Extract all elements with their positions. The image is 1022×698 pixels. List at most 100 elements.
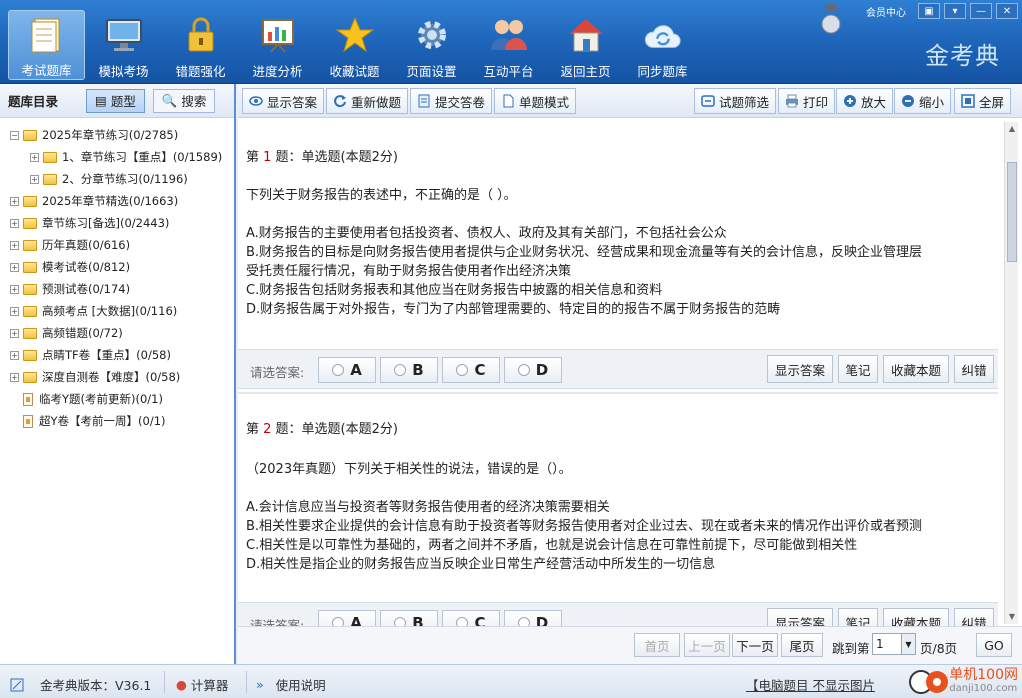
expand-icon[interactable]: + — [10, 196, 19, 206]
home-icon — [566, 15, 606, 55]
expand-icon[interactable]: + — [10, 240, 19, 250]
show-answer-button[interactable]: 显示答案 — [767, 355, 833, 383]
grid-icon: ▤ — [95, 93, 107, 108]
expand-icon[interactable]: + — [10, 328, 19, 338]
nav-wrong-questions[interactable]: 错题强化 — [162, 10, 239, 80]
tree-item[interactable]: + 深度自测卷【难度】(0/58) — [10, 366, 234, 388]
choice-d[interactable]: D — [504, 357, 562, 383]
choice-c[interactable]: C — [442, 610, 500, 626]
skin-button[interactable]: ▣ — [918, 3, 940, 19]
expand-icon[interactable]: + — [10, 350, 19, 360]
account-avatar-icon[interactable] — [820, 4, 842, 34]
nav-sync[interactable]: 同步题库 — [624, 10, 701, 80]
choice-d[interactable]: D — [504, 610, 562, 626]
nav-label: 收藏试题 — [329, 64, 380, 79]
folder-icon — [23, 261, 37, 273]
choice-a[interactable]: A — [318, 610, 376, 626]
choice-b[interactable]: B — [380, 357, 438, 383]
choice-c[interactable]: C — [442, 357, 500, 383]
scroll-down-icon[interactable]: ▼ — [1007, 612, 1017, 622]
filter-button[interactable]: 试题筛选 — [694, 88, 777, 114]
tree-item[interactable]: +1、章节练习【重点】(0/1589) — [10, 146, 234, 168]
choice-letter: D — [535, 614, 549, 626]
collapse-icon[interactable]: − — [10, 130, 19, 140]
expand-icon[interactable]: + — [30, 152, 39, 162]
menu-button[interactable]: ▾ — [944, 3, 966, 19]
tree-item[interactable]: + 高频错题(0/72) — [10, 322, 234, 344]
radio-icon — [456, 364, 469, 376]
scroll-up-icon[interactable]: ▲ — [1007, 124, 1017, 134]
tree-item[interactable]: − 2025年章节练习(0/2785) — [10, 124, 234, 146]
single-mode-button[interactable]: 单题模式 — [494, 88, 577, 114]
tab-label: 搜索 — [181, 94, 207, 109]
favorite-button[interactable]: 收藏本题 — [883, 355, 949, 383]
tree-item[interactable]: + 点睛TF卷【重点】(0/58) — [10, 344, 234, 366]
tree-item[interactable]: 临考Y题(考前更新)(0/1) — [10, 388, 234, 410]
tree-item[interactable]: +2、分章节练习(0/1196) — [10, 168, 234, 190]
tree-item[interactable]: + 高频考点 [大数据](0/116) — [10, 300, 234, 322]
favorite-button[interactable]: 收藏本题 — [883, 608, 949, 626]
expand-icon[interactable]: + — [10, 306, 19, 316]
calculator-button[interactable]: ● 计算器 — [176, 675, 228, 694]
vertical-scrollbar[interactable]: ▲ ▼ — [1004, 122, 1018, 624]
zoom-out-button[interactable]: 缩小 — [894, 88, 952, 114]
watermark: 单机100网 danji100.com — [909, 665, 1018, 698]
tree-item[interactable]: 超Y卷【考前一周】(0/1) — [10, 410, 234, 432]
tree-item[interactable]: + 预测试卷(0/174) — [10, 278, 234, 300]
member-center-link[interactable]: 会员中心 — [866, 4, 906, 19]
submit-button[interactable]: 提交答卷 — [410, 88, 493, 114]
first-page-button[interactable]: 首页 — [634, 633, 680, 657]
nav-label: 页面设置 — [406, 64, 457, 79]
nav-page-settings[interactable]: 页面设置 — [393, 10, 470, 80]
nav-mock-exam[interactable]: 模拟考场 — [85, 10, 162, 80]
tree-item[interactable]: + 模考试卷(0/812) — [10, 256, 234, 278]
star-icon — [335, 15, 375, 55]
expand-icon[interactable]: + — [10, 218, 19, 228]
expand-icon[interactable]: + — [10, 262, 19, 272]
close-button[interactable]: ✕ — [996, 3, 1018, 19]
answer-bar: 请选答案: A B C D 显示答案 笔记 收藏本题 纠错 — [238, 349, 998, 389]
choice-b[interactable]: B — [380, 610, 438, 626]
go-button[interactable]: GO — [976, 633, 1012, 657]
redo-button[interactable]: 重新做题 — [326, 88, 409, 114]
tree-item[interactable]: + 历年真题(0/616) — [10, 234, 234, 256]
nav-favorites[interactable]: 收藏试题 — [316, 10, 393, 80]
nav-progress[interactable]: 进度分析 — [239, 10, 316, 80]
notes-button[interactable]: 笔记 — [838, 608, 878, 626]
nav-exam-bank[interactable]: 考试题库 — [8, 10, 85, 80]
show-answer-button[interactable]: 显示答案 — [767, 608, 833, 626]
expand-icon[interactable]: + — [10, 284, 19, 294]
tree-item[interactable]: +2025年章节精选(0/1663) — [10, 190, 234, 212]
manual-button[interactable]: » 使用说明 — [256, 675, 326, 694]
minimize-button[interactable]: — — [970, 3, 992, 19]
page-select[interactable]: 1 ▼ — [872, 633, 916, 655]
report-error-button[interactable]: 纠错 — [954, 355, 994, 383]
show-answer-button[interactable]: 显示答案 — [242, 88, 325, 114]
scroll-thumb[interactable] — [1007, 162, 1017, 262]
tab-question-type[interactable]: ▤ 题型 — [86, 88, 145, 113]
nav-interactive[interactable]: 互动平台 — [470, 10, 547, 80]
print-button[interactable]: 打印 — [778, 88, 836, 114]
prev-page-button[interactable]: 上一页 — [684, 633, 730, 657]
choice-a[interactable]: A — [318, 357, 376, 383]
notes-button[interactable]: 笔记 — [838, 355, 878, 383]
folder-icon — [43, 173, 57, 185]
folder-icon — [43, 151, 57, 163]
last-page-button[interactable]: 尾页 — [781, 633, 823, 657]
report-error-button[interactable]: 纠错 — [954, 608, 994, 626]
folder-icon — [23, 327, 37, 339]
question-header: 第 1 题：单选题(本题2分) — [246, 146, 398, 165]
expand-icon[interactable]: + — [30, 174, 39, 184]
notice-link[interactable]: 【电脑题目 不显示图片 — [746, 675, 875, 694]
zoom-in-button[interactable]: 放大 — [836, 88, 894, 114]
tab-search[interactable]: 🔍 搜索 — [152, 88, 216, 113]
option-d: D.财务报告属于对外报告，专门为了内部管理需要的、特定目的的报告不属于财务报告的… — [246, 302, 781, 317]
nav-home[interactable]: 返回主页 — [547, 10, 624, 80]
chevron-down-icon[interactable]: ▼ — [901, 634, 915, 654]
radio-icon — [394, 364, 407, 376]
next-page-button[interactable]: 下一页 — [732, 633, 778, 657]
expand-icon[interactable]: + — [10, 372, 19, 382]
nav-label: 考试题库 — [21, 63, 72, 78]
fullscreen-button[interactable]: 全屏 — [954, 88, 1012, 114]
tree-item[interactable]: + 章节练习[备选](0/2443) — [10, 212, 234, 234]
